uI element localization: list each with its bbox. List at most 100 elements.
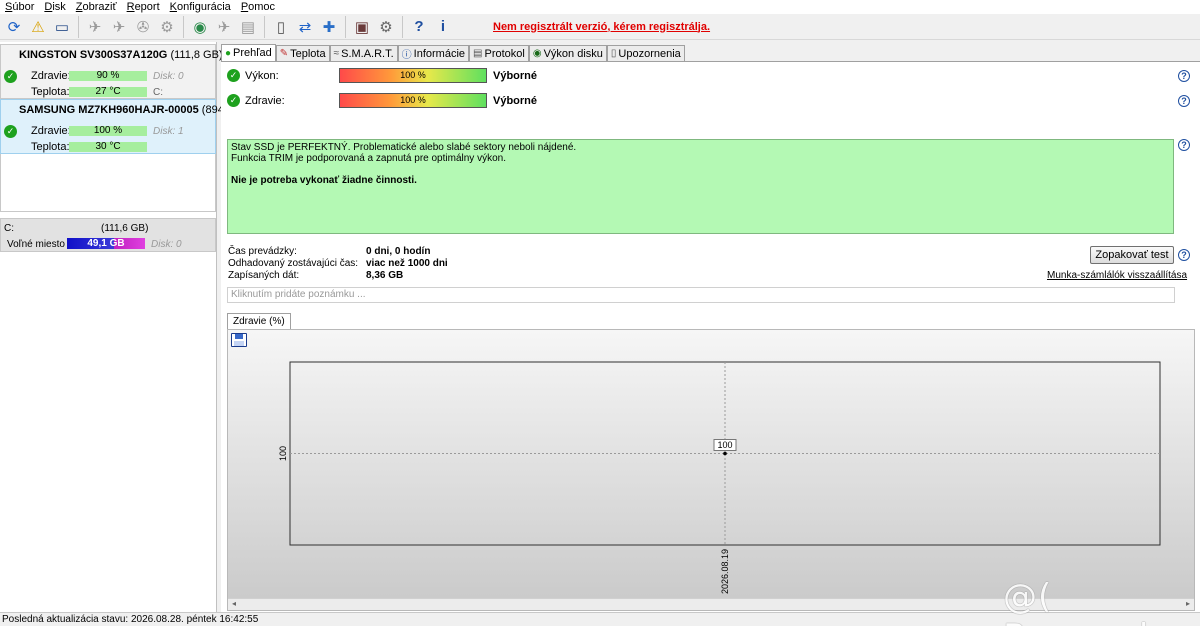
tab-health-chart[interactable]: Zdravie (%) (227, 313, 291, 330)
repeat-test-button[interactable]: Zopakovať test (1090, 246, 1174, 264)
menu-disk[interactable]: Disk (39, 0, 70, 14)
tab-disk-performance[interactable]: ◉ Výkon disku (528, 45, 607, 61)
health-label: Zdravie: (245, 95, 285, 107)
menu-bar: Súbor Disk Zobraziť Report Konfigurácia … (0, 0, 1200, 14)
help-icon[interactable]: ? (408, 16, 430, 38)
tab-bar: ● Prehľad ✎ Teplota ≈ S.M.A.R.T. ⓘ Informáci… (221, 44, 685, 61)
menu-report[interactable]: Report (122, 0, 165, 14)
health-label: Zdravie: (31, 125, 71, 137)
health-row: ✓ Zdravie: 100 % Výborné (227, 93, 1187, 109)
scroll-left-icon[interactable]: ◂ (232, 599, 236, 608)
remaining-label: Odhadovaný zostávajúci čas: (228, 258, 359, 269)
data-label: 100 (717, 440, 732, 450)
performance-row: ✓ Výkon: 100 % Výborné (227, 68, 1187, 84)
disk-item-samsung[interactable]: SAMSUNG MZ7KH960HAJR-00005 (894,3 GB ✓ Z… (0, 99, 252, 154)
refresh-icon[interactable]: ⟳ (3, 16, 25, 38)
disk-title: SAMSUNG MZ7KH960HAJR-00005 (894,3 GB (19, 104, 252, 116)
health-bar: 90 % (69, 71, 147, 81)
disk-index: Disk: 1 (153, 126, 184, 137)
performance-bar: 100 % (339, 68, 487, 83)
volume-size: (111,6 GB) (101, 223, 149, 234)
warning-icon[interactable]: ⚠ (27, 16, 49, 38)
satellite-icon[interactable]: ✈ (84, 16, 106, 38)
details-panel: ● Prehľad ✎ Teplota ≈ S.M.A.R.T. ⓘ Informáci… (221, 42, 1200, 612)
data-point (723, 451, 727, 456)
disk-title: KINGSTON SV300S37A120G (111,8 GB) (19, 49, 223, 61)
health-value: Výborné (493, 95, 538, 107)
tab-temperature[interactable]: ✎ Teplota (275, 45, 330, 61)
sync-icon[interactable]: ⇄ (294, 16, 316, 38)
performance-value: Výborné (493, 70, 538, 82)
x-tick-label: 2026.08.19 (720, 549, 730, 594)
tab-information[interactable]: ⓘ Informácie (397, 45, 470, 61)
help-icon[interactable]: ? (1178, 249, 1190, 261)
settings-monitor-icon[interactable]: ▣ (351, 16, 373, 38)
toolbar-separator (264, 15, 265, 38)
temperature-label: Teplota: (31, 141, 70, 153)
status-message-line: Stav SSD je PERFEKTNÝ. Problematické ale… (231, 142, 577, 153)
help-icon[interactable]: ? (1178, 139, 1190, 151)
toolbar: ⟳ ⚠ ▭ ✈ ✈ ✇ ⚙ ◉ ✈ ▤ ▯ ⇄ ✚ ▣ ⚙ ? i Nem re… (0, 14, 1200, 40)
disk-list-panel: KINGSTON SV300S37A120G (111,8 GB) ✓ Zdra… (0, 42, 252, 612)
log-icon: ▤ (473, 48, 483, 59)
y-tick-label: 100 (278, 446, 288, 461)
check-icon: ✓ (4, 125, 17, 138)
check-icon: ✓ (4, 70, 17, 83)
volume-disk: Disk: 0 (151, 239, 182, 250)
uptime-label: Čas prevádzky: (228, 246, 297, 257)
check-icon: ● (225, 47, 232, 59)
note-field[interactable]: Kliknutím pridáte poznámku ... (227, 287, 1175, 303)
menu-configuration[interactable]: Konfigurácia (165, 0, 236, 14)
plane-icon[interactable]: ✈ (213, 16, 235, 38)
performance-label: Výkon: (245, 70, 279, 82)
tab-alerts[interactable]: ▯ Upozornenia (606, 45, 685, 61)
info-icon[interactable]: i (432, 16, 454, 38)
volume-letter: C: (4, 223, 14, 234)
reset-counters-link[interactable]: Munka-számlálók visszaállítása (1047, 270, 1187, 281)
menu-file[interactable]: Súbor (0, 0, 39, 14)
free-space-bar: 49,1 GB (67, 238, 145, 249)
help-icon[interactable]: ? (1178, 70, 1190, 82)
status-message-action: Nie je potreba vykonať žiadne činnosti. (231, 175, 417, 186)
disk-item-kingston[interactable]: KINGSTON SV300S37A120G (111,8 GB) ✓ Zdra… (0, 44, 223, 99)
status-message-box: Stav SSD je PERFEKTNÝ. Problematické ale… (227, 139, 1174, 234)
tab-smart[interactable]: ≈ S.M.A.R.T. (329, 45, 398, 61)
smart-icon: ≈ (333, 48, 340, 59)
thermometer-icon: ✎ (279, 48, 289, 59)
overview-panel: ✓ Výkon: 100 % Výborné ? ✓ Zdravie: 100 … (221, 61, 1200, 612)
disk-index: Disk: 0 (153, 71, 184, 82)
tab-log[interactable]: ▤ Protokol (469, 45, 529, 61)
check-icon: ✓ (227, 94, 240, 107)
check-icon: ✓ (227, 69, 240, 82)
chart-svg: 100 100 2026.08.19 (278, 361, 1161, 594)
menu-help[interactable]: Pomoc (236, 0, 280, 14)
toolbar-separator (78, 15, 79, 38)
info-icon: ⓘ (401, 50, 412, 61)
tab-overview[interactable]: ● Prehľad (221, 44, 276, 61)
document-icon[interactable]: ▯ (270, 16, 292, 38)
temperature-bar: 27 °C (69, 87, 147, 97)
health-chart: 100 100 2026.08.19 ◂ ▸ (227, 329, 1195, 611)
registration-link[interactable]: Nem regisztrált verzió, kérem regisztrál… (493, 21, 710, 33)
antenna-icon[interactable]: ✇ (132, 16, 154, 38)
health-bar: 100 % (339, 93, 487, 108)
menu-view[interactable]: Zobraziť (71, 0, 122, 14)
speed-icon: ◉ (532, 48, 542, 59)
network-icon[interactable]: ⚙ (156, 16, 178, 38)
alert-icon: ▯ (610, 48, 617, 59)
volume-item[interactable]: C: (111,6 GB) Voľné miesto 49,1 GB Disk:… (0, 218, 216, 252)
health-label: Zdravie: (31, 70, 71, 82)
satellite-alt-icon[interactable]: ✈ (108, 16, 130, 38)
computer-icon[interactable]: ▤ (237, 16, 259, 38)
help-icon[interactable]: ? (1178, 95, 1190, 107)
health-bar: 100 % (69, 126, 147, 136)
toolbar-separator (183, 15, 184, 38)
monitor-icon[interactable]: ▭ (51, 16, 73, 38)
drive-letter: C: (153, 87, 163, 98)
puzzle-icon[interactable]: ✚ (318, 16, 340, 38)
toolbar-separator (345, 15, 346, 38)
gear-icon[interactable]: ⚙ (375, 16, 397, 38)
temperature-bar: 30 °C (69, 142, 147, 152)
globe-icon[interactable]: ◉ (189, 16, 211, 38)
status-message-line: Funkcia TRIM je podporovaná a zapnutá pr… (231, 153, 506, 164)
